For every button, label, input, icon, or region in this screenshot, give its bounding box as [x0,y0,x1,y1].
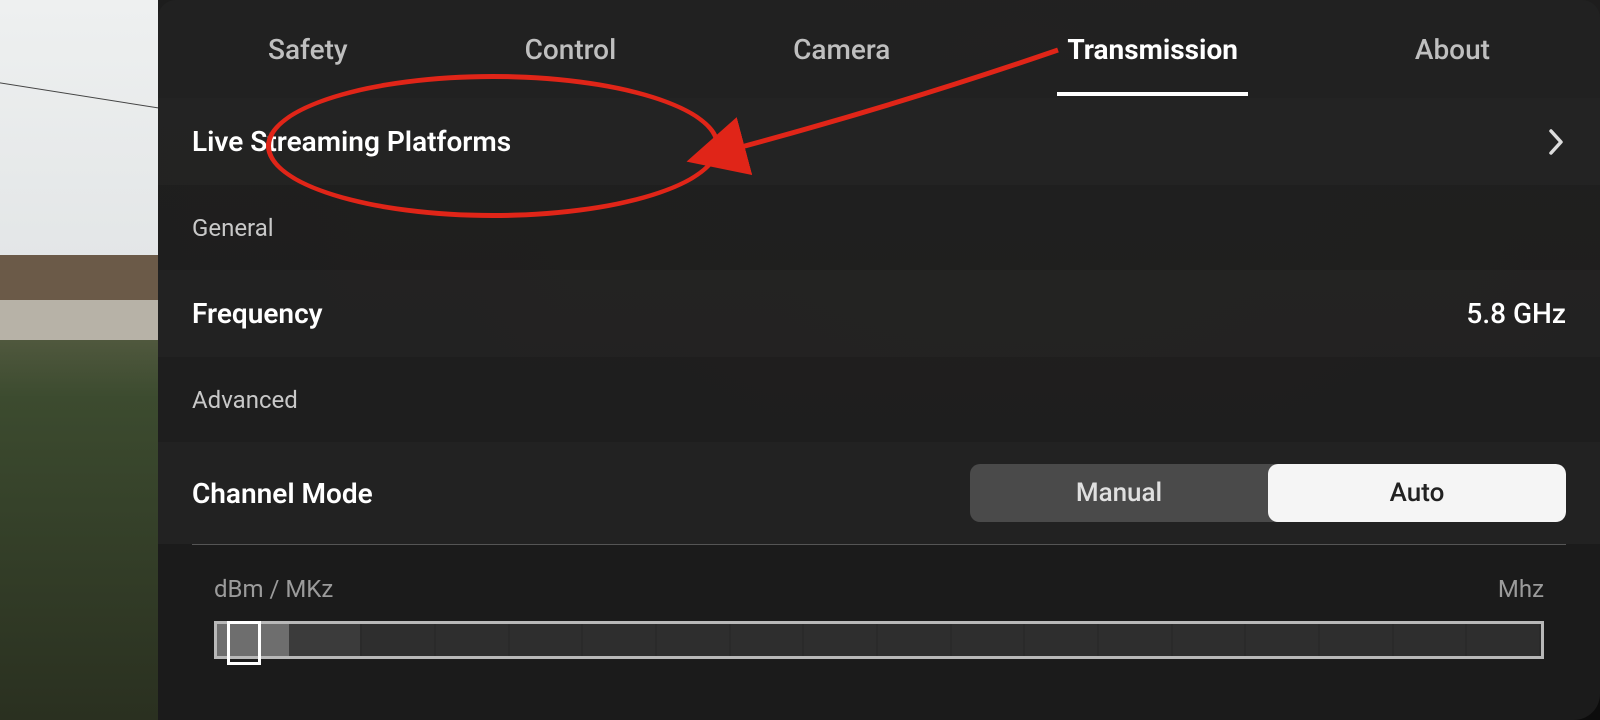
channel-mode-row: Channel Mode Manual Auto [158,442,1600,544]
frequency-label: Frequency [192,297,323,330]
tab-safety[interactable]: Safety [258,3,358,96]
settings-panel: Safety Control Camera Transmission About… [158,0,1600,720]
camera-preview-strip [0,0,158,720]
channel-mode-manual-button[interactable]: Manual [970,464,1268,522]
frequency-row[interactable]: Frequency 5.8 GHz [158,270,1600,358]
section-header-general: General [158,186,1600,270]
tab-camera[interactable]: Camera [783,3,900,96]
section-header-advanced: Advanced [158,358,1600,442]
frequency-value: 5.8 GHz [1466,297,1566,330]
channel-mode-label: Channel Mode [192,477,373,510]
tab-transmission[interactable]: Transmission [1057,3,1248,96]
channel-graph-wrap: dBm / MKz Mhz [158,545,1600,659]
live-streaming-platforms-row[interactable]: Live Streaming Platforms [158,98,1600,186]
chevron-right-icon [1548,128,1566,156]
channel-mode-auto-button[interactable]: Auto [1268,464,1566,522]
tab-control[interactable]: Control [515,3,627,96]
live-streaming-label: Live Streaming Platforms [192,125,511,158]
tab-about[interactable]: About [1405,3,1500,96]
settings-tabs: Safety Control Camera Transmission About [158,0,1600,98]
channel-histogram[interactable] [214,621,1544,659]
channel-mode-segmented: Manual Auto [970,464,1566,522]
graph-right-label: Mhz [1498,575,1544,603]
graph-left-label: dBm / MKz [214,575,333,603]
